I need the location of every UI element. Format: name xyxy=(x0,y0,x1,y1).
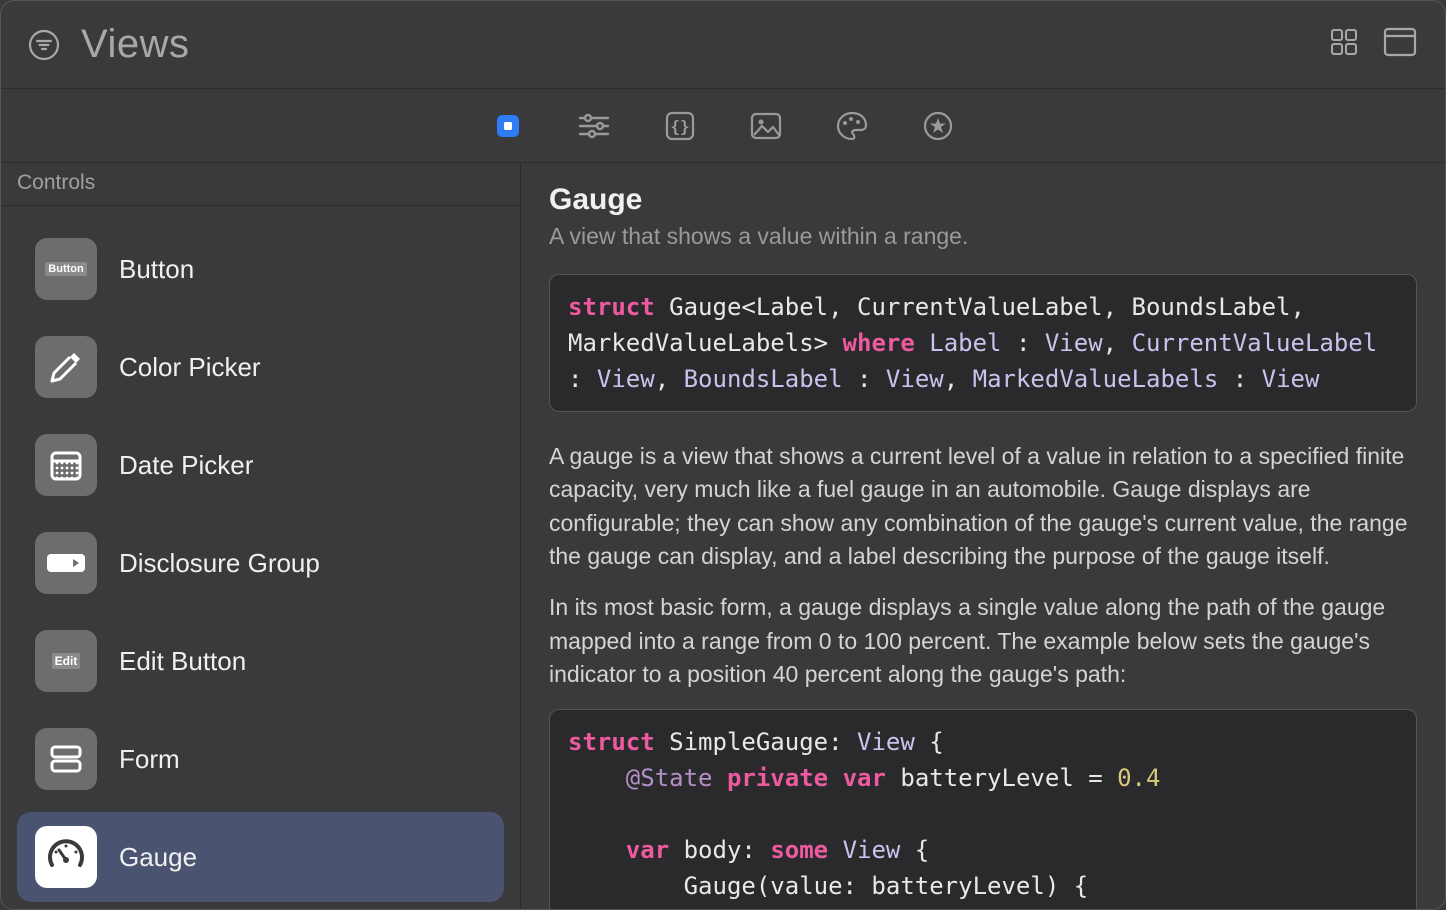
detail-paragraph: In its most basic form, a gauge displays… xyxy=(549,591,1417,691)
panel-view-icon[interactable] xyxy=(1383,27,1417,62)
sidebar-item-label: Edit Button xyxy=(119,646,246,677)
grid-view-icon[interactable] xyxy=(1329,27,1359,62)
signature-code-block: struct Gauge<Label, CurrentValueLabel, B… xyxy=(549,274,1417,412)
sidebar-item-color-picker[interactable]: Color Picker xyxy=(17,322,504,412)
detail-subtitle: A view that shows a value within a range… xyxy=(549,223,1417,250)
detail-title: Gauge xyxy=(549,183,1417,217)
page-title: Views xyxy=(81,22,189,67)
gauge-icon xyxy=(35,826,97,888)
detail-pane: Gauge A view that shows a value within a… xyxy=(521,163,1445,909)
sidebar-item-label: Color Picker xyxy=(119,352,261,383)
detail-paragraph: A gauge is a view that shows a current l… xyxy=(549,440,1417,573)
library-square-icon[interactable] xyxy=(488,106,528,146)
sidebar-item-date-picker[interactable]: Date Picker xyxy=(17,420,504,510)
palette-icon[interactable] xyxy=(832,106,872,146)
sliders-icon[interactable] xyxy=(574,106,614,146)
edit-icon: Edit xyxy=(35,630,97,692)
sidebar-item-label: Form xyxy=(119,744,180,775)
sidebar-item-label: Date Picker xyxy=(119,450,253,481)
sidebar-item-form[interactable]: Form xyxy=(17,714,504,804)
sidebar-item-label: Disclosure Group xyxy=(119,548,320,579)
sidebar-item-button[interactable]: Button Button xyxy=(17,224,504,314)
button-icon: Button xyxy=(35,238,97,300)
titlebar: Views xyxy=(1,1,1445,89)
braces-icon[interactable]: {} xyxy=(660,106,700,146)
sidebar-item-label: Button xyxy=(119,254,194,285)
sidebar-item-label: Gauge xyxy=(119,842,197,873)
filter-icon[interactable] xyxy=(25,26,63,64)
sidebar-item-edit-button[interactable]: Edit Edit Button xyxy=(17,616,504,706)
calendar-icon xyxy=(35,434,97,496)
eyedropper-icon xyxy=(35,336,97,398)
image-icon[interactable] xyxy=(746,106,786,146)
disclosure-icon xyxy=(35,532,97,594)
example-code-block: struct SimpleGauge: View { @State privat… xyxy=(549,709,1417,909)
sidebar: Controls Button Button Color Picker Date Pi… xyxy=(1,163,521,909)
toolbar: {} xyxy=(1,89,1445,163)
star-circle-icon[interactable] xyxy=(918,106,958,146)
sidebar-item-gauge[interactable]: Gauge xyxy=(17,812,504,902)
sidebar-section-header: Controls xyxy=(1,163,520,206)
sidebar-item-disclosure-group[interactable]: Disclosure Group xyxy=(17,518,504,608)
svg-text:{}: {} xyxy=(670,117,689,136)
form-icon xyxy=(35,728,97,790)
